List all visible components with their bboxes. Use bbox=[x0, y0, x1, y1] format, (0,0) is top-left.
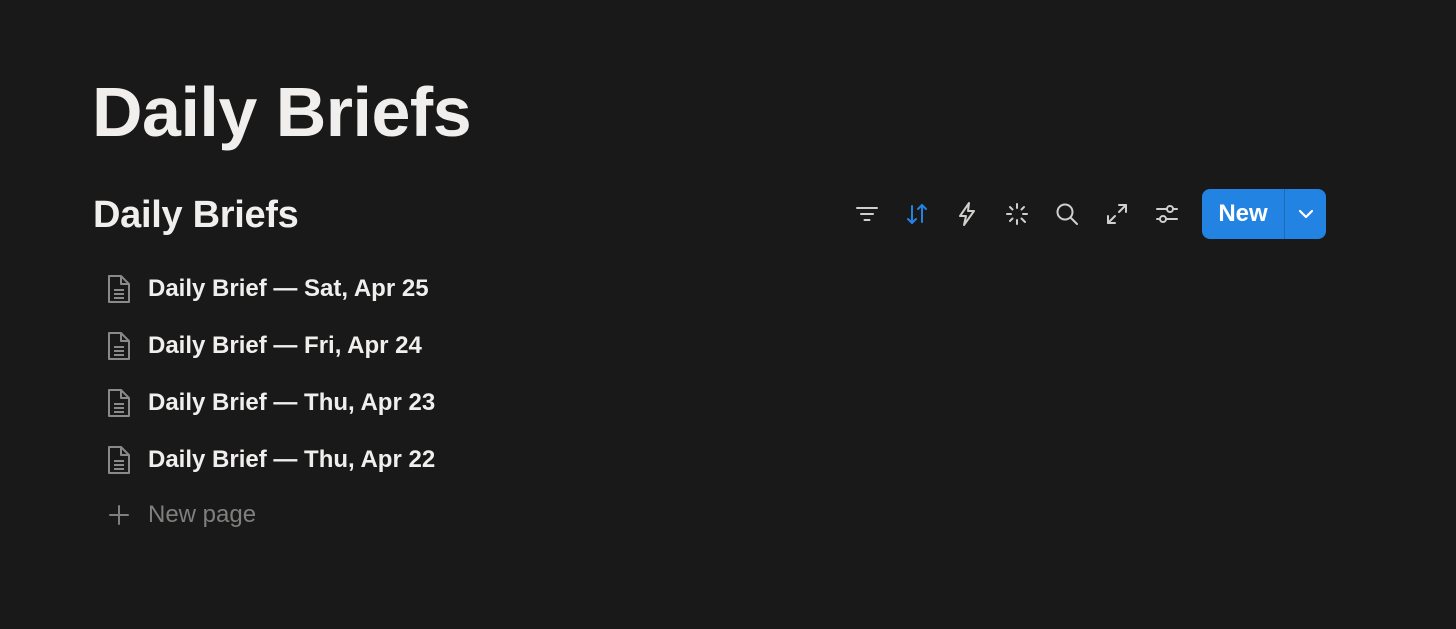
page-icon bbox=[100, 384, 138, 422]
sparkle-icon bbox=[1006, 203, 1028, 225]
settings-button[interactable] bbox=[1142, 189, 1192, 239]
database-toolbar bbox=[842, 189, 1192, 239]
settings-sliders-icon bbox=[1156, 205, 1178, 223]
page-title[interactable]: Daily Briefs bbox=[92, 72, 472, 152]
new-button-group: New bbox=[1202, 189, 1326, 239]
plus-icon bbox=[100, 496, 138, 534]
filter-button[interactable] bbox=[842, 189, 892, 239]
sort-button[interactable] bbox=[892, 189, 942, 239]
expand-icon bbox=[1107, 204, 1127, 224]
automation-button[interactable] bbox=[942, 189, 992, 239]
ai-autofill-button[interactable] bbox=[992, 189, 1042, 239]
search-icon bbox=[1056, 203, 1078, 225]
expand-button[interactable] bbox=[1092, 189, 1142, 239]
new-page-label: New page bbox=[148, 501, 257, 528]
page-icon bbox=[100, 270, 138, 308]
list-item-title: Daily Brief — Thu, Apr 23 bbox=[148, 388, 436, 416]
list-item[interactable]: Daily Brief — Thu, Apr 23 bbox=[100, 374, 600, 431]
filter-icon bbox=[856, 207, 878, 221]
lightning-icon bbox=[959, 202, 975, 226]
page-icon bbox=[100, 327, 138, 365]
sort-icon bbox=[907, 204, 927, 224]
list-item-title: Daily Brief — Sat, Apr 25 bbox=[148, 274, 429, 302]
list-item[interactable]: Daily Brief — Sat, Apr 25 bbox=[100, 260, 600, 317]
new-page-button[interactable]: New page bbox=[100, 488, 600, 542]
list-item-title: Daily Brief — Thu, Apr 22 bbox=[148, 445, 436, 473]
new-dropdown-button[interactable] bbox=[1285, 189, 1326, 239]
list-item-title: Daily Brief — Fri, Apr 24 bbox=[148, 331, 422, 359]
database-title[interactable]: Daily Briefs bbox=[93, 192, 299, 238]
page-icon bbox=[100, 441, 138, 479]
chevron-down-icon bbox=[1298, 209, 1313, 219]
new-button[interactable]: New bbox=[1202, 189, 1285, 239]
database-list: Daily Brief — Sat, Apr 25 Daily Brief — … bbox=[100, 260, 600, 542]
list-item[interactable]: Daily Brief — Fri, Apr 24 bbox=[100, 317, 600, 374]
list-item[interactable]: Daily Brief — Thu, Apr 22 bbox=[100, 431, 600, 488]
search-button[interactable] bbox=[1042, 189, 1092, 239]
